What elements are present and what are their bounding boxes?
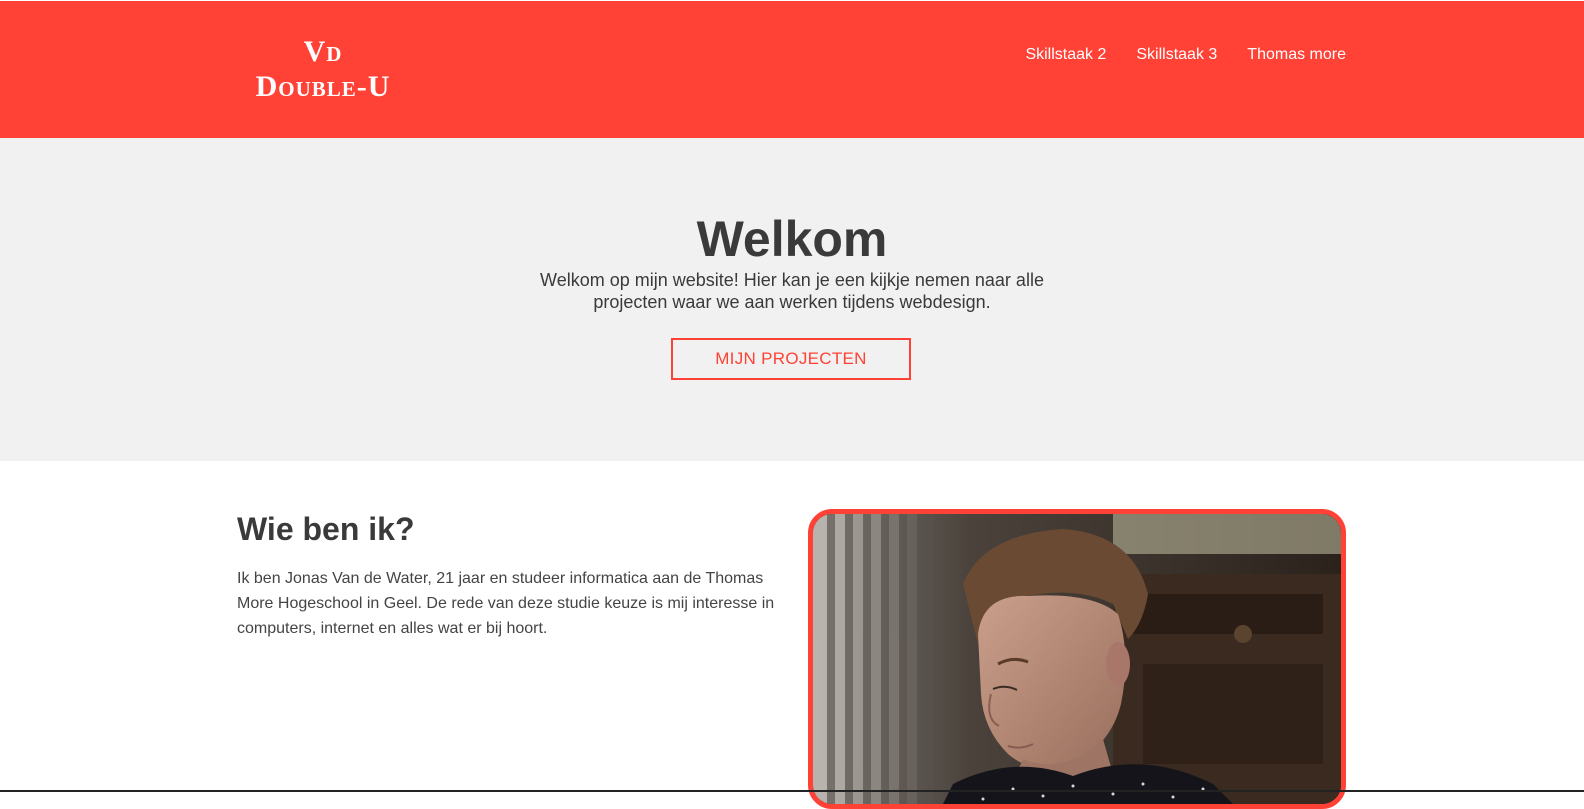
- nav-link-skillstaak-3[interactable]: Skillstaak 3: [1136, 45, 1217, 65]
- site-header: Vd Double-U Skillstaak 2 Skillstaak 3 Th…: [0, 1, 1584, 138]
- projects-button[interactable]: MIJN PROJECTEN: [671, 338, 911, 380]
- nav-link-thomas-more[interactable]: Thomas more: [1247, 45, 1346, 65]
- logo-line-2: Double-U: [255, 70, 391, 103]
- profile-photo-image: [813, 514, 1341, 804]
- about-text: Ik ben Jonas Van de Water, 21 jaar en st…: [237, 570, 775, 637]
- hero-title: Welkom: [696, 211, 888, 267]
- site-logo[interactable]: Vd Double-U: [248, 34, 398, 104]
- main-nav: Skillstaak 2 Skillstaak 3 Thomas more: [1025, 45, 1346, 65]
- hero-text: Welkom op mijn website! Hier kan je een …: [540, 270, 1044, 312]
- hero-section: Welkom Welkom op mijn website! Hier kan …: [0, 138, 1584, 461]
- profile-photo: [808, 509, 1346, 809]
- logo-line-1: Vd: [303, 35, 343, 68]
- about-title: Wie ben ik?: [237, 511, 415, 547]
- nav-link-skillstaak-2[interactable]: Skillstaak 2: [1025, 45, 1106, 65]
